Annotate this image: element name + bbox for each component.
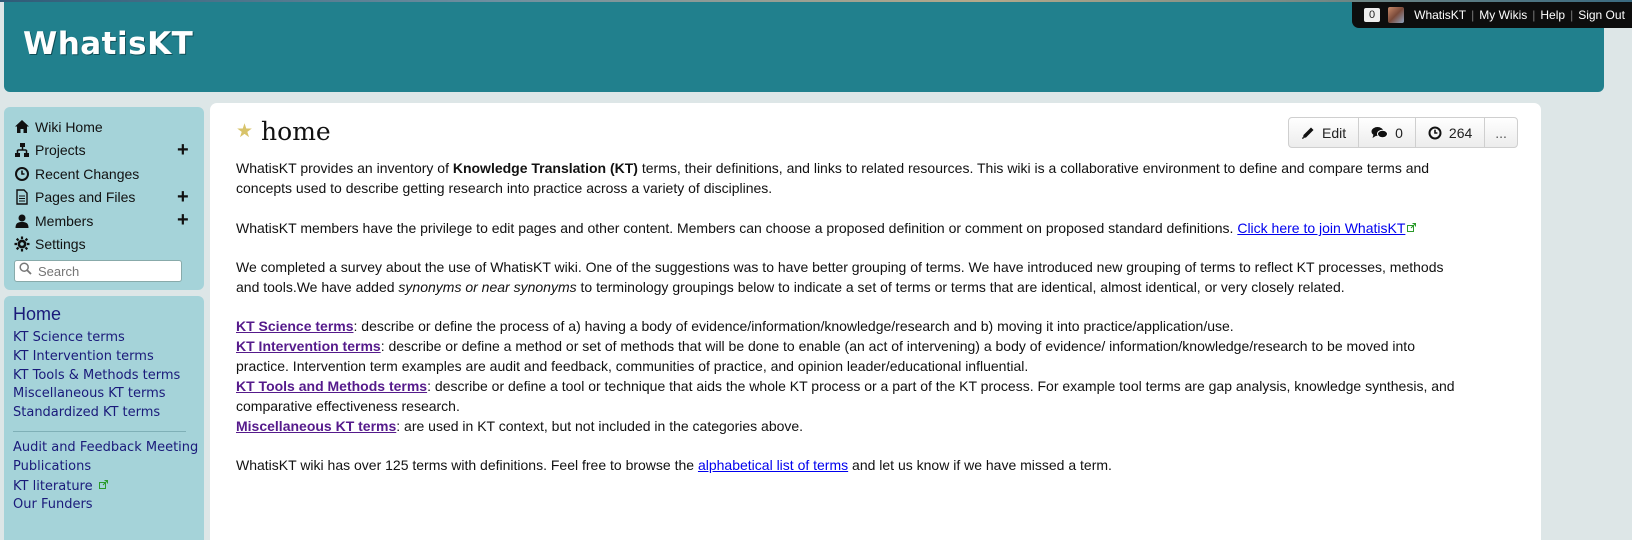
- history-clock-icon: [1428, 126, 1442, 139]
- sidebar-link-publications[interactable]: Publications: [13, 458, 204, 477]
- page-body: WhatisKT provides an inventory of Knowle…: [236, 158, 1466, 494]
- text-span: : describe or define the process of a) h…: [353, 318, 1234, 334]
- nav-label: Recent Changes: [35, 165, 140, 182]
- add-project-icon[interactable]: +: [177, 140, 189, 160]
- right-gutter: [1541, 92, 1632, 540]
- text-span: WhatisKT provides an inventory of: [236, 160, 453, 176]
- external-link-icon: [1407, 217, 1417, 232]
- sign-out-link[interactable]: Sign Out: [1578, 8, 1625, 22]
- add-member-icon[interactable]: +: [177, 210, 189, 230]
- nav-label: Members: [35, 212, 94, 229]
- home-icon: [14, 119, 30, 135]
- comments-button[interactable]: 0: [1359, 118, 1416, 147]
- nav-projects[interactable]: Projects +: [14, 139, 204, 163]
- nav-label: Pages and Files: [35, 189, 136, 206]
- external-link-icon: [98, 477, 108, 489]
- nav-wiki-home[interactable]: Wiki Home: [14, 115, 204, 139]
- sidebar-link-miscellaneous-kt-terms[interactable]: Miscellaneous KT terms: [13, 385, 204, 404]
- edit-label: Edit: [1322, 124, 1347, 141]
- page-title: home: [261, 117, 331, 146]
- kt-tools-methods-terms-link[interactable]: KT Tools and Methods terms: [236, 378, 427, 394]
- text-span: to terminology groupings below to indica…: [576, 279, 1345, 295]
- bold-term: Knowledge Translation (KT): [452, 160, 638, 176]
- alphabetical-list-link[interactable]: alphabetical list of terms: [698, 457, 848, 473]
- more-actions-button[interactable]: ...: [1485, 118, 1517, 147]
- gear-icon: [14, 236, 30, 252]
- file-icon: [14, 189, 30, 205]
- sidebar-divider: [13, 430, 186, 432]
- text-span: WhatisKT wiki has over 125 terms with de…: [236, 457, 698, 473]
- nav-recent-changes[interactable]: Recent Changes: [14, 162, 204, 186]
- survey-paragraph: We completed a survey about the use of W…: [236, 257, 1466, 297]
- nav-label: Projects: [35, 142, 86, 159]
- nav-label: Settings: [35, 236, 86, 253]
- nav-pages-and-files[interactable]: Pages and Files +: [14, 186, 204, 210]
- wiki-sidebar: Home KT Science terms KT Intervention te…: [4, 296, 204, 540]
- miscellaneous-kt-terms-link[interactable]: Miscellaneous KT terms: [236, 418, 396, 434]
- help-link[interactable]: Help: [1540, 8, 1565, 22]
- notification-count-badge[interactable]: 0: [1364, 8, 1381, 22]
- italic-text: synonyms or near synonyms: [398, 279, 577, 295]
- wiki-navigation: Wiki Home Projects + Recent Changes Page…: [4, 107, 204, 290]
- my-wikis-link[interactable]: My Wikis: [1479, 8, 1527, 22]
- sidebar-home-link[interactable]: Home: [13, 304, 204, 325]
- sidebar-link-our-funders[interactable]: Our Funders: [13, 496, 204, 515]
- nav-members[interactable]: Members +: [14, 209, 204, 233]
- user-icon: [14, 213, 30, 229]
- join-wiki-link[interactable]: Click here to join WhatisKT: [1237, 220, 1405, 236]
- closing-paragraph: WhatisKT wiki has over 125 terms with de…: [236, 455, 1466, 475]
- sidebar-link-kt-intervention-terms[interactable]: KT Intervention terms: [13, 348, 204, 367]
- more-label: ...: [1495, 124, 1507, 141]
- page-toolbar: Edit 0 264 ...: [1288, 117, 1518, 148]
- site-title[interactable]: WhatisKT: [23, 26, 193, 62]
- categories-paragraph: KT Science terms: describe or define the…: [236, 316, 1466, 436]
- nav-label: Wiki Home: [35, 118, 103, 135]
- user-bar: 0 WhatisKT | My Wikis | Help | Sign Out: [1352, 2, 1632, 28]
- kt-intervention-terms-link[interactable]: KT Intervention terms: [236, 338, 381, 354]
- sitemap-icon: [14, 142, 30, 158]
- sidebar-link-standardized-kt-terms[interactable]: Standardized KT terms: [13, 404, 204, 423]
- separator: |: [1471, 8, 1475, 22]
- page-header: ★ home: [236, 117, 331, 146]
- revisions-button[interactable]: 264: [1416, 118, 1486, 147]
- page-content: ★ home Edit 0 264 ... WhatisKT provides …: [210, 103, 1541, 540]
- separator: |: [1532, 8, 1536, 22]
- text-span: WhatisKT members have the privilege to e…: [236, 220, 1238, 236]
- sidebar-link-kt-science-terms[interactable]: KT Science terms: [13, 329, 204, 348]
- pencil-icon: [1302, 127, 1314, 139]
- sidebar-link-kt-literature[interactable]: KT literature: [13, 479, 93, 494]
- text-span: and let us know if we have missed a term…: [848, 457, 1112, 473]
- kt-science-terms-link[interactable]: KT Science terms: [236, 318, 354, 334]
- clock-icon: [14, 166, 30, 182]
- username-link[interactable]: WhatisKT: [1414, 8, 1466, 22]
- search-input[interactable]: [36, 262, 176, 280]
- add-page-icon[interactable]: +: [177, 187, 189, 207]
- text-span: : describe or define a method or set of …: [236, 338, 1415, 374]
- search-field[interactable]: [14, 260, 182, 282]
- sidebar-link-audit-feedback-meeting[interactable]: Audit and Feedback Meeting: [13, 439, 204, 458]
- intro-paragraph: WhatisKT provides an inventory of Knowle…: [236, 158, 1466, 198]
- edit-button[interactable]: Edit: [1289, 118, 1360, 147]
- comments-count: 0: [1395, 124, 1403, 141]
- text-span: : are used in KT context, but not includ…: [396, 418, 804, 434]
- members-paragraph: WhatisKT members have the privilege to e…: [236, 217, 1466, 238]
- revisions-count: 264: [1448, 124, 1473, 141]
- nav-settings[interactable]: Settings: [14, 233, 204, 257]
- sidebar-link-kt-literature-row: KT literature: [13, 477, 204, 497]
- separator: |: [1570, 8, 1574, 22]
- comments-icon: [1371, 126, 1389, 138]
- search-icon: [19, 262, 32, 280]
- sidebar-link-kt-tools-methods-terms[interactable]: KT Tools & Methods terms: [13, 367, 204, 386]
- star-icon[interactable]: ★: [236, 120, 253, 143]
- user-avatar[interactable]: [1388, 7, 1405, 23]
